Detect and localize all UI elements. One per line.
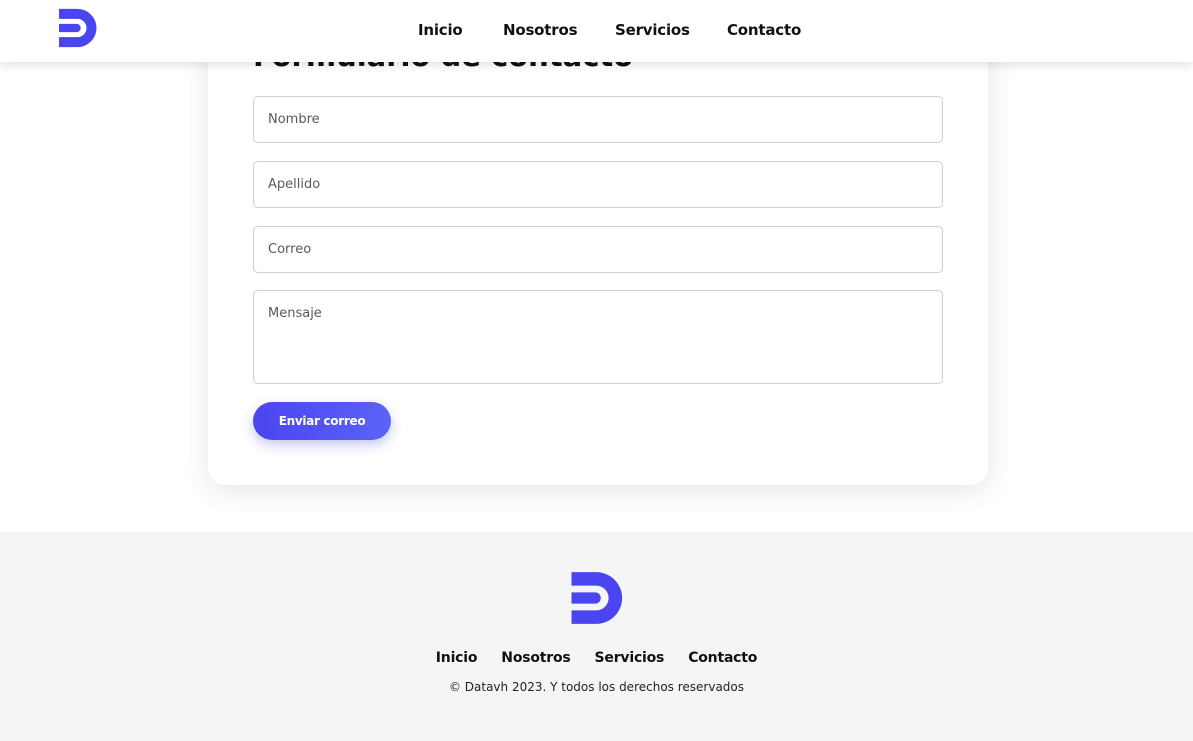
footer-link-contacto[interactable]: Contacto [688,648,757,668]
footer-link-servicios[interactable]: Servicios [595,648,665,668]
copyright-text: © Datavh 2023. Y todos los derechos rese… [448,680,745,694]
datavh-footer-logo-icon[interactable] [570,571,627,625]
send-email-button[interactable]: Enviar correo [253,402,391,440]
site-header: Inicio Nosotros Servicios Contacto [0,0,1193,62]
nav-servicios[interactable]: Servicios [615,20,690,40]
datavh-logo-icon[interactable] [58,8,100,48]
site-footer: Inicio Nosotros Servicios Contacto © Dat… [0,532,1193,741]
footer-link-nosotros[interactable]: Nosotros [501,648,570,668]
mensaje-field[interactable] [253,290,943,384]
contact-form-card: Formulario de contacto Enviar correo [208,0,988,485]
nav-nosotros[interactable]: Nosotros [503,20,577,40]
footer-link-inicio[interactable]: Inicio [436,648,478,668]
footer-nav: Inicio Nosotros Servicios Contacto [0,648,1193,668]
nombre-field[interactable] [253,96,943,143]
apellido-field[interactable] [253,161,943,208]
nav-inicio[interactable]: Inicio [418,20,463,40]
nav-contacto[interactable]: Contacto [727,20,801,40]
correo-field[interactable] [253,226,943,273]
